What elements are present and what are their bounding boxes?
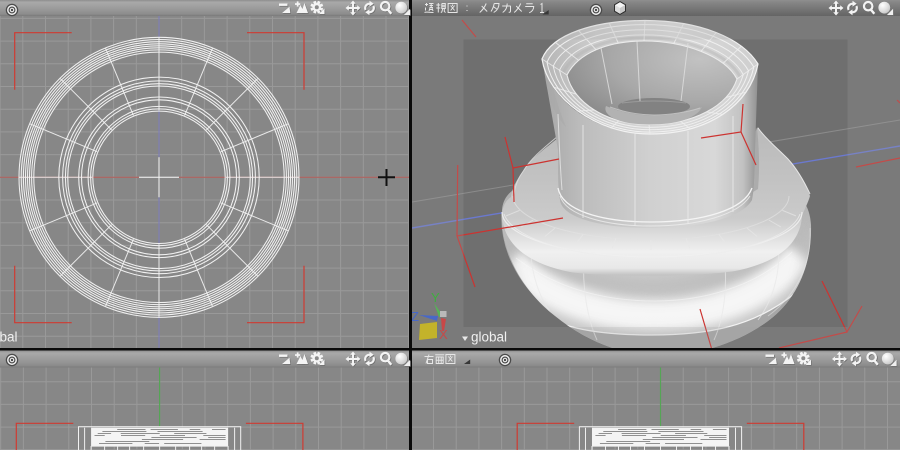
svg-text:global: global xyxy=(0,330,18,345)
svg-text:X: X xyxy=(439,327,448,342)
svg-text:global: global xyxy=(471,330,507,345)
svg-text:Y: Y xyxy=(431,290,440,305)
svg-text:Z: Z xyxy=(411,309,419,324)
